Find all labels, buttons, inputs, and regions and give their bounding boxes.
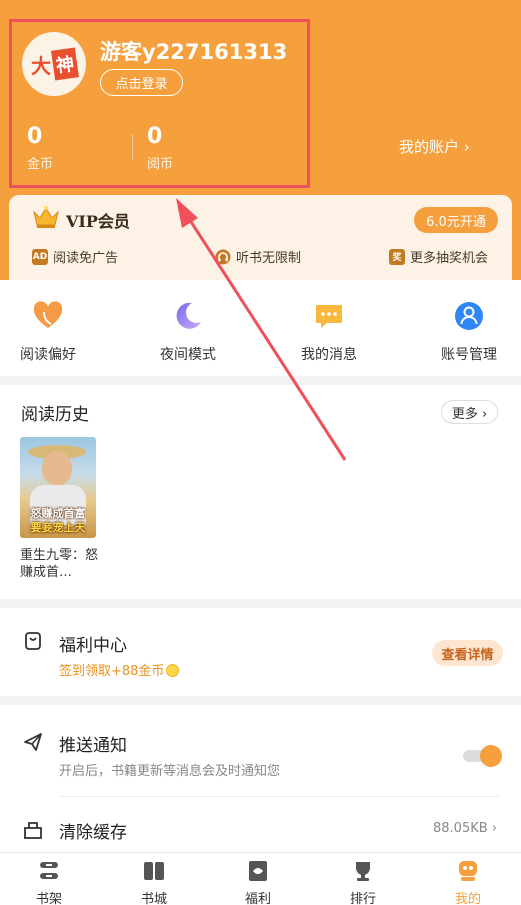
coin-icon: [166, 664, 180, 677]
cover-title-line: 要妾宠上天: [30, 521, 86, 534]
quick-account-manage[interactable]: 账号管理: [419, 280, 519, 376]
welfare-detail-button[interactable]: 查看详情: [432, 640, 503, 666]
perk-audiobook: 听书无限制: [215, 247, 301, 266]
welfare-subtitle-text: 签到领取+88金币: [59, 664, 165, 679]
tab-label: 排行: [349, 892, 376, 905]
cover-art: [42, 451, 72, 485]
quick-actions: 阅读偏好 夜间模式 我的消息 账号管理: [0, 280, 521, 376]
perk-lottery: 奖 更多抽奖机会: [389, 247, 488, 266]
tab-bookshelf[interactable]: 书架: [0, 853, 101, 905]
annotation-highlight-box: [9, 19, 310, 188]
headphone-icon: [215, 249, 231, 264]
crown-icon: [33, 206, 59, 228]
history-title: 阅读历史: [21, 405, 89, 425]
welfare-center-row[interactable]: 福利中心 签到领取+88金币 查看详情: [0, 608, 521, 696]
ad-icon: AD: [32, 248, 48, 265]
tab-label: 福利: [244, 892, 271, 905]
tab-label: 我的: [454, 892, 481, 905]
bottom-tab-bar: 书架 书城 福利 排行 我的: [0, 852, 521, 905]
cache-title[interactable]: 清除缓存: [59, 818, 127, 843]
tab-label: 书架: [35, 892, 62, 905]
bookstore-icon: [144, 862, 164, 880]
tab-profile[interactable]: 我的: [416, 853, 520, 905]
heart-icon: [33, 301, 63, 328]
account-icon: [455, 302, 483, 330]
quick-reading-preference[interactable]: 阅读偏好: [0, 280, 98, 376]
cache-size[interactable]: 88.05KB ›: [433, 821, 497, 836]
tab-bookstore[interactable]: 书城: [102, 853, 206, 905]
history-more-button[interactable]: 更多 ›: [441, 400, 498, 424]
vip-title: VIP会员: [66, 212, 130, 231]
quick-label: 账号管理: [441, 347, 497, 363]
toggle-knob: [480, 745, 502, 767]
settings-list: 推送通知 开启后，书籍更新等消息会及时通知您 清除缓存 88.05KB ›: [0, 705, 521, 855]
reading-history: 阅读历史 更多 › 怒赚成首富 要妾宠上天 重生九零：怒赚成首…: [0, 385, 521, 599]
perk-no-ads: AD 阅读免广告: [32, 247, 118, 266]
quick-night-mode[interactable]: 夜间模式: [138, 280, 238, 376]
broom-icon: [24, 822, 42, 839]
lottery-icon: 奖: [389, 248, 405, 265]
message-icon: [316, 305, 342, 328]
ranking-icon: [356, 862, 370, 881]
moon-icon: [176, 302, 201, 329]
quick-label: 阅读偏好: [20, 347, 76, 363]
book-title[interactable]: 重生九零：怒赚成首…: [20, 547, 100, 581]
tab-welfare[interactable]: 福利: [206, 853, 310, 905]
tab-ranking[interactable]: 排行: [311, 853, 415, 905]
my-account-link[interactable]: 我的账户 ›: [399, 136, 470, 157]
push-subtitle: 开启后，书籍更新等消息会及时通知您: [59, 764, 281, 779]
push-toggle[interactable]: [463, 744, 503, 768]
welfare-title: 福利中心: [59, 636, 127, 656]
row-divider: [59, 796, 500, 797]
quick-label: 夜间模式: [160, 347, 216, 363]
quick-label: 我的消息: [301, 347, 357, 363]
tab-label: 书城: [140, 892, 167, 905]
book-cover[interactable]: 怒赚成首富 要妾宠上天: [20, 437, 96, 538]
welfare-subtitle: 签到领取+88金币: [59, 660, 180, 679]
perk-label: 更多抽奖机会: [410, 251, 489, 266]
quick-my-messages[interactable]: 我的消息: [279, 280, 379, 376]
vip-open-button[interactable]: 6.0元开通: [414, 207, 498, 233]
push-title: 推送通知: [59, 736, 127, 756]
bookshelf-icon: [40, 862, 58, 879]
send-icon: [24, 733, 42, 751]
profile-icon: [459, 861, 477, 881]
perk-label: 听书无限制: [236, 251, 302, 266]
vip-card[interactable]: VIP会员 6.0元开通 AD 阅读免广告 听书无限制 奖 更多抽奖机会: [9, 195, 512, 290]
welfare-bag-icon: [25, 632, 41, 650]
welfare-icon: [249, 861, 267, 881]
perk-label: 阅读免广告: [53, 251, 119, 266]
